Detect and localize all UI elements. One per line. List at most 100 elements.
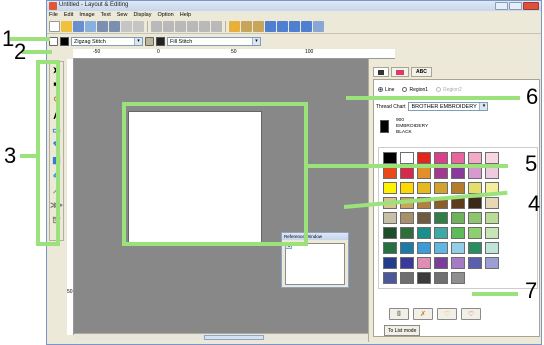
thread-color-chip[interactable] — [383, 212, 397, 224]
horizontal-scrollbar[interactable] — [74, 333, 395, 340]
thread-color-chip[interactable] — [417, 272, 431, 284]
thread-color-chip[interactable] — [400, 257, 414, 269]
abc-text-icon[interactable] — [253, 20, 264, 32]
open-folder-icon[interactable] — [61, 20, 72, 32]
tab-color[interactable] — [373, 67, 389, 77]
user-color-heart-button[interactable]: ♡ — [437, 308, 457, 320]
thread-color-chip[interactable] — [451, 227, 465, 239]
thread-color-chip[interactable] — [417, 152, 431, 164]
duplicate-icon[interactable] — [187, 20, 198, 32]
radio-region1[interactable]: Region1 — [402, 87, 428, 93]
thread-color-chip[interactable] — [383, 257, 397, 269]
tab-font[interactable]: ABC — [411, 67, 432, 77]
close-button[interactable] — [523, 2, 539, 10]
transfer-icon[interactable] — [109, 20, 120, 32]
thread-color-chip[interactable] — [417, 212, 431, 224]
thread-color-chip[interactable] — [434, 272, 448, 284]
thread-color-chip[interactable] — [417, 257, 431, 269]
thread-color-chip[interactable] — [383, 272, 397, 284]
thread-color-chip[interactable] — [468, 212, 482, 224]
thread-color-chip[interactable] — [485, 257, 499, 269]
thread-chart-select[interactable]: BROTHER EMBROIDERY ▾ — [408, 102, 489, 111]
user-thread-chart-button[interactable]: ♡ — [461, 308, 481, 320]
line-color-swatch[interactable] — [60, 37, 69, 46]
wand-icon[interactable] — [229, 20, 240, 32]
line-stitch-select[interactable]: Zigzag Stitch ▾ — [71, 37, 143, 46]
thread-color-chip[interactable] — [383, 182, 397, 194]
thread-color-chip[interactable] — [468, 242, 482, 254]
thread-color-chip[interactable] — [434, 242, 448, 254]
design-settings-icon[interactable] — [265, 20, 276, 32]
menu-help[interactable]: Help — [180, 11, 191, 19]
menu-text[interactable]: Text — [101, 11, 111, 19]
thread-color-chip[interactable] — [417, 242, 431, 254]
thread-color-chip[interactable] — [383, 227, 397, 239]
menu-sew[interactable]: Sew — [117, 11, 128, 19]
write-card-icon[interactable] — [97, 20, 108, 32]
redo-icon[interactable] — [133, 20, 144, 32]
undo-icon[interactable] — [121, 20, 132, 32]
menu-option[interactable]: Option — [158, 11, 174, 19]
thread-color-chip[interactable] — [451, 242, 465, 254]
thread-color-chip[interactable] — [434, 152, 448, 164]
sewing-order-icon[interactable] — [301, 20, 312, 32]
paste-icon[interactable] — [175, 20, 186, 32]
thread-color-chip[interactable] — [434, 227, 448, 239]
thread-color-chip[interactable] — [383, 152, 397, 164]
to-list-mode-button[interactable]: To List mode — [384, 325, 421, 336]
thread-color-chip[interactable] — [400, 212, 414, 224]
thread-color-chip[interactable] — [468, 227, 482, 239]
thread-color-chip[interactable] — [485, 152, 499, 164]
reference-window-view[interactable] — [285, 243, 345, 285]
thread-color-chip[interactable] — [400, 227, 414, 239]
region-stitch-select[interactable]: Fill Stitch ▾ — [167, 37, 261, 46]
thread-color-chip[interactable] — [400, 242, 414, 254]
add-user-color-button[interactable]: ✗ — [413, 308, 433, 320]
thread-color-chip[interactable] — [451, 182, 465, 194]
copy-icon[interactable] — [163, 20, 174, 32]
cut-icon[interactable] — [151, 20, 162, 32]
line-sew-toggle[interactable] — [49, 37, 58, 46]
thread-color-chip[interactable] — [434, 257, 448, 269]
thread-color-chip[interactable] — [451, 272, 465, 284]
menu-file[interactable]: File — [49, 11, 58, 19]
radio-line[interactable]: Line — [378, 87, 394, 93]
maximize-button[interactable] — [509, 2, 522, 10]
thread-color-chip[interactable] — [485, 227, 499, 239]
thread-color-chip[interactable] — [451, 257, 465, 269]
realistic-preview-icon[interactable] — [289, 20, 300, 32]
thread-color-chip[interactable] — [468, 152, 482, 164]
thread-color-chip[interactable] — [400, 272, 414, 284]
tab-sew-type[interactable] — [391, 67, 409, 77]
thread-color-chip[interactable] — [485, 242, 499, 254]
thread-color-chip[interactable] — [468, 197, 482, 209]
thread-color-chip[interactable] — [485, 167, 499, 179]
thread-color-chip[interactable] — [417, 182, 431, 194]
minimize-button[interactable] — [495, 2, 508, 10]
thread-color-chip[interactable] — [417, 167, 431, 179]
thread-color-chip[interactable] — [451, 167, 465, 179]
save-icon[interactable] — [73, 20, 84, 32]
thread-detail-button[interactable]: ⌷ — [389, 308, 409, 320]
region-color-swatch[interactable] — [156, 37, 165, 46]
new-file-icon[interactable] — [49, 20, 60, 32]
thread-color-chip[interactable] — [400, 152, 414, 164]
thread-color-chip[interactable] — [451, 152, 465, 164]
thread-color-chip[interactable] — [417, 227, 431, 239]
thread-color-chip[interactable] — [383, 167, 397, 179]
import-icon[interactable] — [85, 20, 96, 32]
thread-color-chip[interactable] — [468, 167, 482, 179]
region-sew-toggle[interactable] — [145, 37, 154, 46]
thread-color-chip[interactable] — [468, 257, 482, 269]
property-view-icon[interactable] — [313, 20, 324, 32]
rotate-icon[interactable] — [211, 20, 222, 32]
menu-display[interactable]: Display — [133, 11, 151, 19]
thread-color-chip[interactable] — [451, 212, 465, 224]
preview-icon[interactable] — [277, 20, 288, 32]
thread-color-chip[interactable] — [434, 182, 448, 194]
menu-image[interactable]: Image — [79, 11, 94, 19]
thread-color-chip[interactable] — [400, 167, 414, 179]
menu-edit[interactable]: Edit — [64, 11, 73, 19]
stitch-to-block-icon[interactable] — [241, 20, 252, 32]
thread-color-chip[interactable] — [400, 182, 414, 194]
